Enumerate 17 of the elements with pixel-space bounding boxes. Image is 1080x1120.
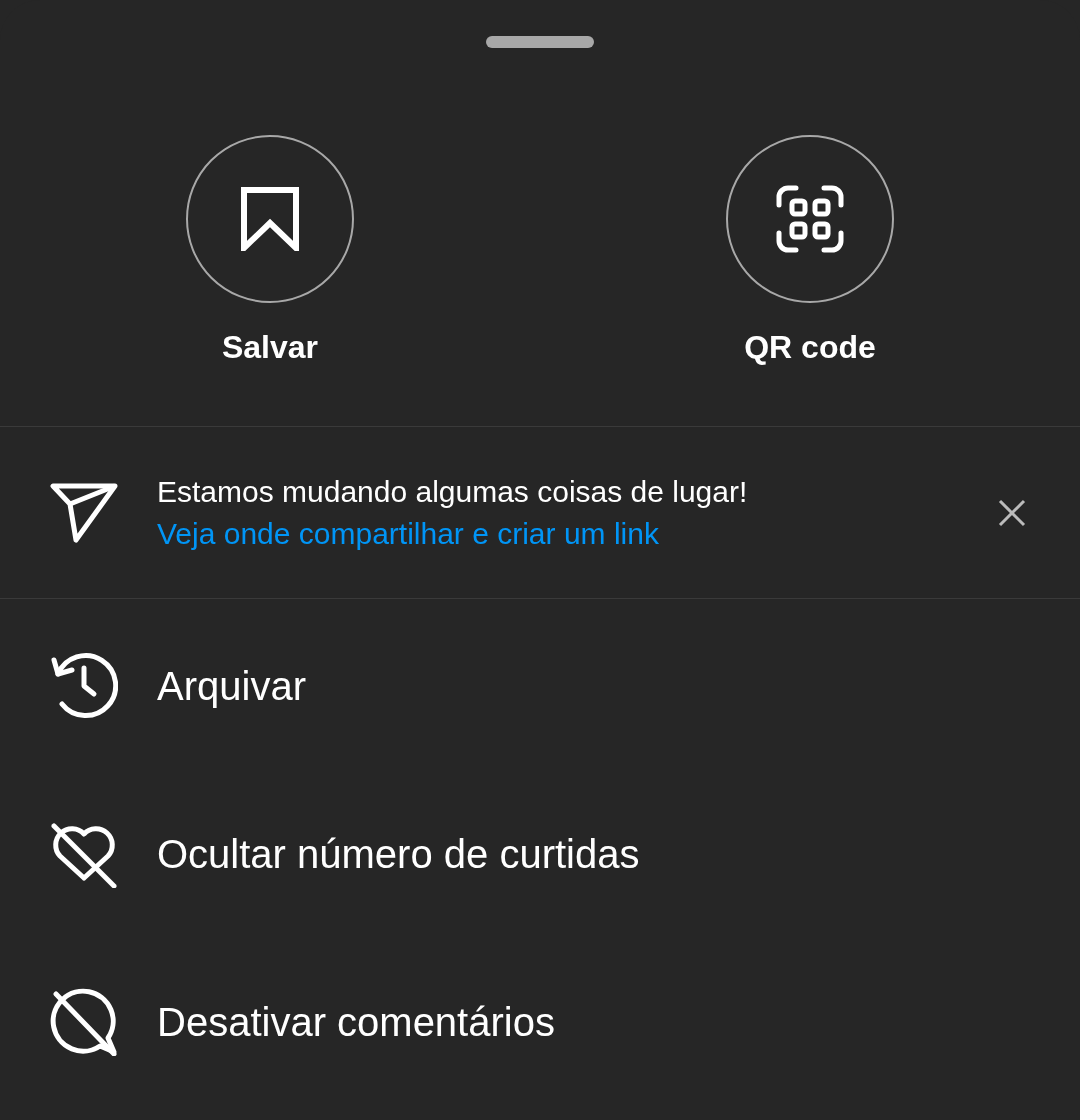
close-icon bbox=[998, 498, 1026, 527]
qr-code-button[interactable] bbox=[726, 135, 894, 303]
share-link[interactable]: Veja onde compartilhar e criar um link bbox=[157, 516, 659, 551]
action-label: QR code bbox=[744, 329, 876, 366]
menu-item[interactable]: Desativar comentários bbox=[0, 938, 1080, 1106]
paper-plane-icon bbox=[50, 481, 118, 544]
drag-handle[interactable] bbox=[486, 36, 594, 48]
heart-slash-icon bbox=[50, 820, 118, 888]
menu-item[interactable]: Arquivar bbox=[0, 602, 1080, 770]
history-clock-icon bbox=[50, 652, 118, 720]
save-button[interactable] bbox=[186, 135, 354, 303]
bookmark-icon bbox=[240, 187, 300, 251]
notice-message: Estamos mudando algumas coisas de lugar! bbox=[157, 474, 749, 509]
qr-scan-icon bbox=[776, 185, 844, 253]
menu-item[interactable]: Ocultar número de curtidas bbox=[0, 770, 1080, 938]
action-label: Salvar bbox=[221, 329, 319, 366]
comment-slash-icon bbox=[50, 988, 118, 1056]
